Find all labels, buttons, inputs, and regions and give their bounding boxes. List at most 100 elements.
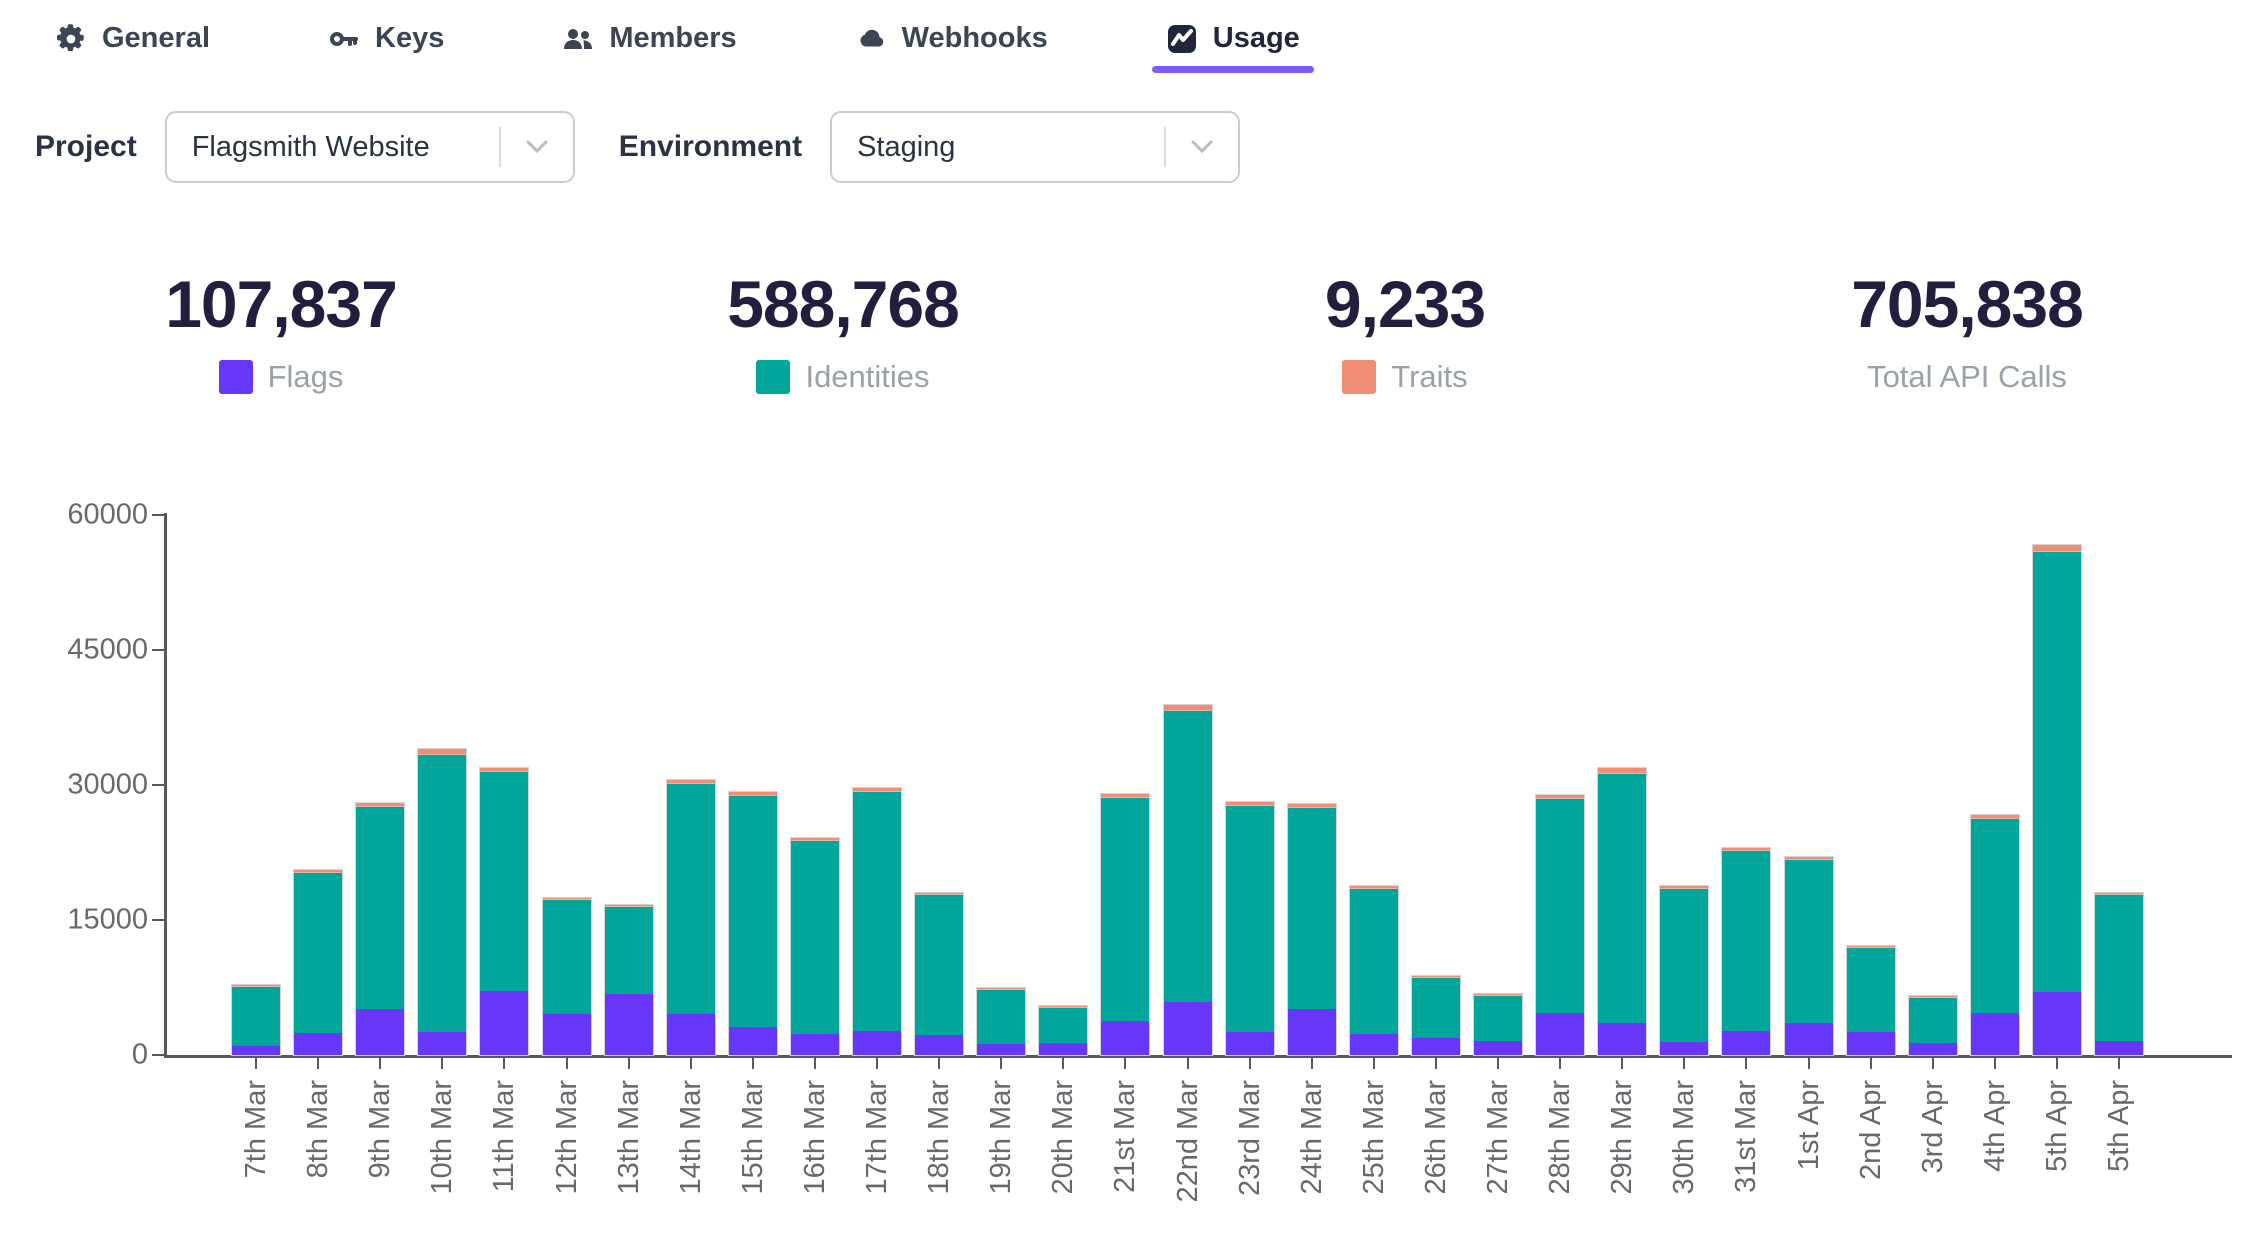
environment-select[interactable]: Staging bbox=[830, 111, 1240, 183]
flags-segment[interactable] bbox=[1785, 1023, 1833, 1055]
identities-segment[interactable] bbox=[1847, 948, 1895, 1032]
identities-segment[interactable] bbox=[232, 987, 280, 1046]
tab-usage[interactable]: Usage bbox=[1166, 22, 1300, 73]
bar-9th-mar[interactable] bbox=[356, 803, 404, 1055]
flags-segment[interactable] bbox=[294, 1033, 342, 1055]
flags-segment[interactable] bbox=[543, 1014, 591, 1055]
bar-17th-mar[interactable] bbox=[853, 788, 901, 1055]
flags-segment[interactable] bbox=[356, 1009, 404, 1055]
flags-segment[interactable] bbox=[729, 1027, 777, 1055]
identities-segment[interactable] bbox=[915, 895, 963, 1035]
bar-5th-apr[interactable] bbox=[2095, 893, 2143, 1055]
tab-members[interactable]: Members bbox=[562, 22, 736, 73]
bar-5th-apr[interactable] bbox=[2033, 545, 2081, 1055]
flags-segment[interactable] bbox=[480, 991, 528, 1055]
identities-segment[interactable] bbox=[1909, 998, 1957, 1043]
bar-10th-mar[interactable] bbox=[418, 749, 466, 1055]
identities-segment[interactable] bbox=[853, 792, 901, 1031]
bar-7th-mar[interactable] bbox=[232, 985, 280, 1055]
bar-21st-mar[interactable] bbox=[1101, 794, 1149, 1055]
identities-segment[interactable] bbox=[480, 772, 528, 991]
bar-22nd-mar[interactable] bbox=[1164, 705, 1212, 1055]
bar-8th-mar[interactable] bbox=[294, 870, 342, 1055]
project-select[interactable]: Flagsmith Website bbox=[165, 111, 575, 183]
identities-segment[interactable] bbox=[2095, 895, 2143, 1041]
bar-30th-mar[interactable] bbox=[1660, 886, 1708, 1055]
identities-segment[interactable] bbox=[1971, 819, 2019, 1013]
identities-segment[interactable] bbox=[1474, 996, 1522, 1041]
bar-16th-mar[interactable] bbox=[791, 838, 839, 1055]
bar-11th-mar[interactable] bbox=[480, 768, 528, 1055]
bar-27th-mar[interactable] bbox=[1474, 994, 1522, 1055]
identities-segment[interactable] bbox=[543, 900, 591, 1014]
identities-segment[interactable] bbox=[1101, 798, 1149, 1021]
bar-15th-mar[interactable] bbox=[729, 792, 777, 1055]
bar-25th-mar[interactable] bbox=[1350, 886, 1398, 1055]
flags-segment[interactable] bbox=[1164, 1002, 1212, 1055]
flags-segment[interactable] bbox=[1536, 1013, 1584, 1055]
identities-segment[interactable] bbox=[1039, 1008, 1087, 1043]
bar-24th-mar[interactable] bbox=[1288, 804, 1336, 1055]
identities-segment[interactable] bbox=[605, 907, 653, 994]
flags-segment[interactable] bbox=[1039, 1043, 1087, 1055]
flags-segment[interactable] bbox=[915, 1035, 963, 1055]
flags-segment[interactable] bbox=[1909, 1043, 1957, 1055]
identities-segment[interactable] bbox=[977, 990, 1025, 1044]
flags-segment[interactable] bbox=[1722, 1031, 1770, 1055]
flags-segment[interactable] bbox=[2033, 992, 2081, 1055]
bar-12th-mar[interactable] bbox=[543, 898, 591, 1055]
bar-18th-mar[interactable] bbox=[915, 893, 963, 1055]
bar-3rd-apr[interactable] bbox=[1909, 996, 1957, 1055]
identities-segment[interactable] bbox=[791, 841, 839, 1034]
identities-segment[interactable] bbox=[1722, 851, 1770, 1031]
bar-1st-apr[interactable] bbox=[1785, 857, 1833, 1055]
flags-segment[interactable] bbox=[1660, 1042, 1708, 1055]
tab-keys[interactable]: Keys bbox=[328, 22, 444, 73]
identities-segment[interactable] bbox=[1164, 711, 1212, 1002]
bar-14th-mar[interactable] bbox=[667, 780, 715, 1055]
flags-segment[interactable] bbox=[1288, 1009, 1336, 1055]
bar-31st-mar[interactable] bbox=[1722, 848, 1770, 1055]
identities-segment[interactable] bbox=[294, 873, 342, 1033]
flags-segment[interactable] bbox=[232, 1046, 280, 1055]
identities-segment[interactable] bbox=[729, 796, 777, 1027]
flags-segment[interactable] bbox=[1226, 1032, 1274, 1055]
identities-segment[interactable] bbox=[1350, 889, 1398, 1034]
flags-segment[interactable] bbox=[791, 1034, 839, 1055]
flags-segment[interactable] bbox=[605, 994, 653, 1055]
identities-segment[interactable] bbox=[1288, 808, 1336, 1009]
identities-segment[interactable] bbox=[667, 784, 715, 1014]
flags-segment[interactable] bbox=[1101, 1021, 1149, 1055]
bar-20th-mar[interactable] bbox=[1039, 1006, 1087, 1055]
flags-segment[interactable] bbox=[1971, 1013, 2019, 1055]
bar-2nd-apr[interactable] bbox=[1847, 946, 1895, 1055]
identities-segment[interactable] bbox=[1536, 799, 1584, 1013]
flags-segment[interactable] bbox=[1412, 1038, 1460, 1055]
identities-segment[interactable] bbox=[1226, 806, 1274, 1032]
bar-13th-mar[interactable] bbox=[605, 905, 653, 1055]
flags-segment[interactable] bbox=[418, 1032, 466, 1055]
bar-23rd-mar[interactable] bbox=[1226, 802, 1274, 1055]
identities-segment[interactable] bbox=[1660, 889, 1708, 1042]
flags-segment[interactable] bbox=[2095, 1041, 2143, 1055]
bar-29th-mar[interactable] bbox=[1598, 768, 1646, 1055]
identities-segment[interactable] bbox=[1412, 978, 1460, 1038]
tab-general[interactable]: General bbox=[55, 22, 210, 73]
identities-segment[interactable] bbox=[2033, 552, 2081, 992]
bar-26th-mar[interactable] bbox=[1412, 976, 1460, 1055]
traits-segment[interactable] bbox=[2033, 545, 2081, 552]
identities-segment[interactable] bbox=[418, 755, 466, 1032]
flags-segment[interactable] bbox=[1474, 1041, 1522, 1055]
bar-4th-apr[interactable] bbox=[1971, 815, 2019, 1055]
tab-webhooks[interactable]: Webhooks bbox=[855, 22, 1048, 73]
flags-segment[interactable] bbox=[977, 1044, 1025, 1055]
identities-segment[interactable] bbox=[1785, 860, 1833, 1023]
bar-19th-mar[interactable] bbox=[977, 988, 1025, 1055]
flags-segment[interactable] bbox=[1350, 1034, 1398, 1055]
identities-segment[interactable] bbox=[1598, 774, 1646, 1023]
flags-segment[interactable] bbox=[1847, 1032, 1895, 1055]
identities-segment[interactable] bbox=[356, 807, 404, 1009]
flags-segment[interactable] bbox=[667, 1014, 715, 1055]
flags-segment[interactable] bbox=[1598, 1023, 1646, 1055]
bar-28th-mar[interactable] bbox=[1536, 795, 1584, 1055]
